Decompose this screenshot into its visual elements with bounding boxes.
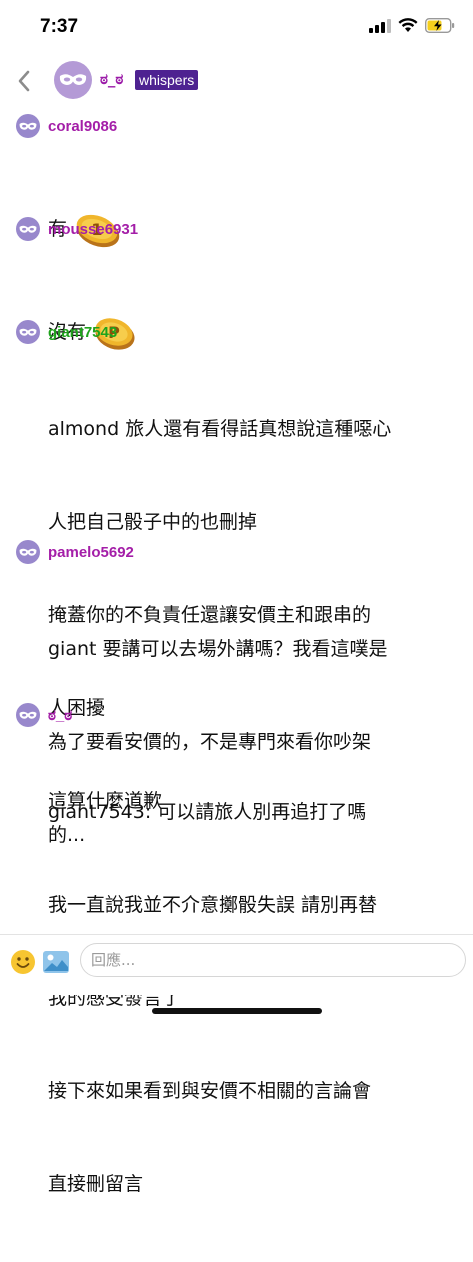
message-item: pamelo5692 giant 要講可以去場外講嗎？我看這噗是 為了要看安價的… — [0, 536, 473, 846]
message-item: giant7543 almond 旅人還有看得話真想說這種噁心 人把自己骰子中的… — [0, 316, 473, 812]
avatar[interactable] — [16, 114, 40, 138]
wifi-icon — [398, 18, 418, 32]
chat-header: ಠ_ಠ whispers — [0, 56, 473, 106]
message-item: ಠ_ಠ giant7543: 可以請旅人別再追打了嗎 我一直說我並不介意擲骰失誤… — [0, 699, 473, 1195]
message-line: almond 旅人還有看得話真想說這種噁心 — [48, 418, 392, 440]
avatar[interactable] — [16, 320, 40, 344]
message-header: mousse6931 — [0, 213, 473, 243]
username[interactable]: coral9086 — [48, 118, 117, 135]
reply-input[interactable] — [80, 943, 466, 977]
status-icons — [369, 18, 455, 33]
conversation-title: ಠ_ಠ — [100, 70, 124, 88]
username[interactable]: ಠ_ಠ — [48, 707, 72, 724]
mask-icon — [19, 548, 37, 556]
whispers-badge: whispers — [135, 70, 199, 90]
message-header: pamelo5692 — [0, 536, 473, 566]
header-avatar[interactable] — [54, 61, 92, 99]
mask-icon — [19, 225, 37, 233]
avatar[interactable] — [16, 217, 40, 241]
message-text: giant7543: 可以請旅人別再追打了嗎 我一直說我並不介意擲骰失誤 請別再… — [48, 735, 459, 1262]
message-header: coral9086 — [0, 110, 473, 140]
cellular-signal-icon — [369, 18, 391, 33]
avatar[interactable] — [16, 703, 40, 727]
username[interactable]: mousse6931 — [48, 221, 138, 238]
message-item: mousse6931 沒有 P — [0, 213, 473, 350]
message-line: 直接刪留言 — [48, 1173, 144, 1195]
mask-icon — [19, 122, 37, 130]
message-line: 我一直說我並不介意擲骰失誤 請別再替 — [48, 894, 378, 916]
image-upload-button[interactable] — [42, 949, 70, 975]
mask-icon — [59, 74, 87, 85]
reply-bar — [0, 934, 473, 995]
mask-icon — [19, 328, 37, 336]
mask-icon — [19, 711, 37, 719]
smiley-icon — [11, 950, 35, 974]
message-line: 人把自己骰子中的也刪掉 — [48, 511, 258, 533]
emoji-button[interactable] — [10, 949, 36, 975]
chevron-left-icon — [18, 70, 30, 92]
message-header: giant7543 — [0, 316, 473, 346]
image-icon — [43, 951, 69, 973]
username[interactable]: giant7543 — [48, 324, 117, 341]
status-time: 7:37 — [40, 16, 79, 37]
message-line: 接下來如果看到與安價不相關的言論會 — [48, 1080, 372, 1102]
username[interactable]: pamelo5692 — [48, 544, 134, 561]
back-button[interactable] — [12, 66, 36, 96]
message-list: coral9086 有 1 mousse6931 沒有 P giant7543 … — [0, 110, 473, 1195]
message-header: ಠ_ಠ — [0, 699, 473, 729]
message-line: giant7543: 可以請旅人別再追打了嗎 — [48, 801, 367, 823]
message-line: giant 要講可以去場外講嗎？我看這噗是 — [48, 638, 388, 660]
battery-charging-icon — [425, 18, 455, 33]
message-item: coral9086 有 1 — [0, 110, 473, 248]
status-bar: 7:37 — [0, 0, 473, 52]
home-indicator — [152, 1008, 322, 1014]
avatar[interactable] — [16, 540, 40, 564]
